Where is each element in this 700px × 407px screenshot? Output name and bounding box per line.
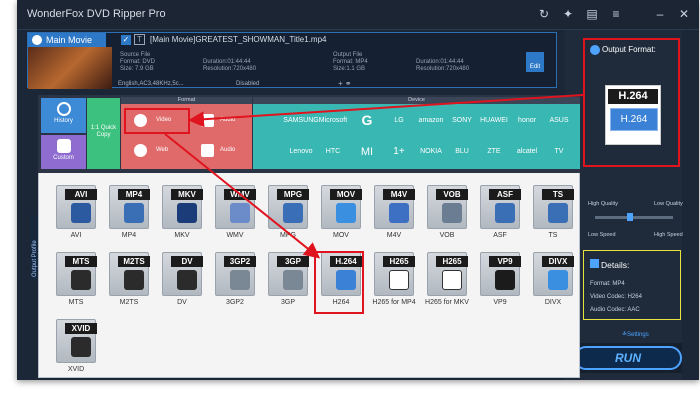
annotation-arrows [164,94,584,259]
arrow-to-h264 [164,133,321,259]
arrow-to-video [188,94,584,128]
